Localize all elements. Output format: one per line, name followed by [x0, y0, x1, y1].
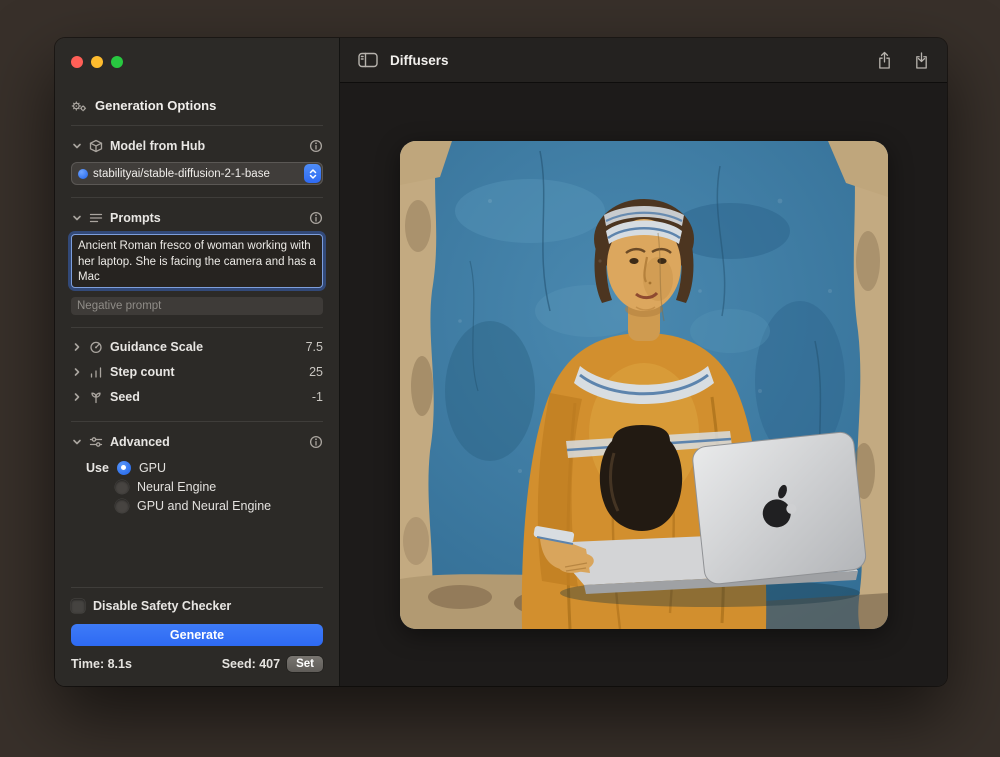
divider — [71, 327, 323, 328]
radio-option-label: Neural Engine — [137, 480, 216, 494]
radio-option-neural-engine[interactable]: Neural Engine — [115, 477, 323, 496]
use-label: Use — [86, 461, 109, 475]
time-status: Time: 8.1s — [71, 657, 132, 671]
parameter-list: Guidance Scale 7.5 Step count 25 — [71, 334, 323, 409]
divider — [71, 587, 323, 588]
model-select[interactable]: stabilityai/stable-diffusion-2-1-base — [71, 162, 323, 185]
minimize-window-button[interactable] — [91, 56, 103, 68]
radio-option-label: GPU — [139, 461, 166, 475]
fresco-art — [400, 141, 888, 629]
divider — [71, 197, 323, 198]
advanced-sliders-icon — [88, 435, 104, 449]
zoom-window-button[interactable] — [111, 56, 123, 68]
seed-label: Seed — [110, 390, 140, 404]
generate-button[interactable]: Generate — [71, 624, 323, 646]
spacer — [71, 515, 323, 575]
prompt-lines-icon — [88, 211, 104, 225]
select-stepper-icon — [304, 164, 321, 183]
guidance-scale-label: Guidance Scale — [110, 340, 203, 354]
generation-options-title: Generation Options — [95, 98, 216, 113]
radio-option-label: GPU and Neural Engine — [137, 499, 271, 513]
sidebar: Generation Options Model from Hub — [55, 38, 340, 686]
chevron-right-icon — [71, 392, 82, 402]
step-count-label: Step count — [110, 365, 175, 379]
radio-selected-icon — [117, 461, 131, 475]
seed-status: Seed: 407 — [222, 657, 280, 671]
main-panel: Diffusers — [340, 38, 947, 686]
info-icon[interactable] — [309, 435, 323, 449]
seed-value: -1 — [312, 390, 323, 404]
chevron-down-icon — [71, 213, 82, 223]
info-icon[interactable] — [309, 211, 323, 225]
prompts-section-header[interactable]: Prompts — [71, 206, 323, 230]
negative-prompt-input[interactable] — [71, 297, 323, 315]
chevron-right-icon — [71, 342, 82, 352]
status-footer: Time: 8.1s Seed: 407 Set — [71, 656, 323, 672]
seed-icon — [88, 390, 104, 404]
advanced-section-label: Advanced — [110, 435, 170, 449]
generation-options-header: Generation Options — [71, 98, 323, 113]
chevron-right-icon — [71, 367, 82, 377]
chevron-down-icon — [71, 141, 82, 151]
toggle-sidebar-icon[interactable] — [358, 52, 378, 68]
titlebar: Diffusers — [340, 38, 947, 83]
radio-icon — [115, 480, 129, 494]
set-seed-button[interactable]: Set — [287, 656, 323, 672]
seed-row[interactable]: Seed -1 — [71, 384, 323, 409]
model-section-label: Model from Hub — [110, 139, 205, 153]
close-window-button[interactable] — [71, 56, 83, 68]
disable-safety-checker-checkbox[interactable]: Disable Safety Checker — [71, 596, 323, 616]
gears-icon — [71, 99, 87, 113]
prompt-input[interactable]: Ancient Roman fresco of woman working wi… — [71, 234, 323, 288]
save-image-icon[interactable] — [914, 51, 929, 70]
checkbox-icon — [71, 599, 85, 613]
image-canvas — [340, 83, 947, 686]
model-select-value: stabilityai/stable-diffusion-2-1-base — [93, 168, 322, 180]
radio-icon — [115, 499, 129, 513]
model-section-header[interactable]: Model from Hub — [71, 134, 323, 158]
guidance-scale-row[interactable]: Guidance Scale 7.5 — [71, 334, 323, 359]
window-controls — [71, 56, 323, 68]
generated-image — [400, 141, 888, 629]
divider — [71, 421, 323, 422]
window-title: Diffusers — [390, 53, 449, 68]
desktop-background: Generation Options Model from Hub — [0, 0, 1000, 757]
advanced-section-header[interactable]: Advanced — [71, 430, 323, 454]
model-dot-icon — [78, 169, 88, 179]
info-icon[interactable] — [309, 139, 323, 153]
app-window: Generation Options Model from Hub — [55, 38, 947, 686]
step-count-row[interactable]: Step count 25 — [71, 359, 323, 384]
model-box-icon — [88, 139, 104, 153]
radio-option-gpu-and-neural-engine[interactable]: GPU and Neural Engine — [115, 496, 323, 515]
disable-safety-checker-label: Disable Safety Checker — [93, 599, 231, 613]
guidance-scale-value: 7.5 — [306, 340, 323, 354]
prompts-section-label: Prompts — [110, 211, 161, 225]
divider — [71, 125, 323, 126]
chevron-down-icon — [71, 437, 82, 447]
step-count-icon — [88, 365, 104, 379]
step-count-value: 25 — [309, 365, 323, 379]
share-icon[interactable] — [877, 51, 892, 70]
compute-unit-group: Use GPU Neural Engine GPU and Neural Eng… — [86, 458, 323, 515]
gauge-icon — [88, 340, 104, 354]
radio-option-gpu[interactable]: GPU — [117, 458, 166, 477]
